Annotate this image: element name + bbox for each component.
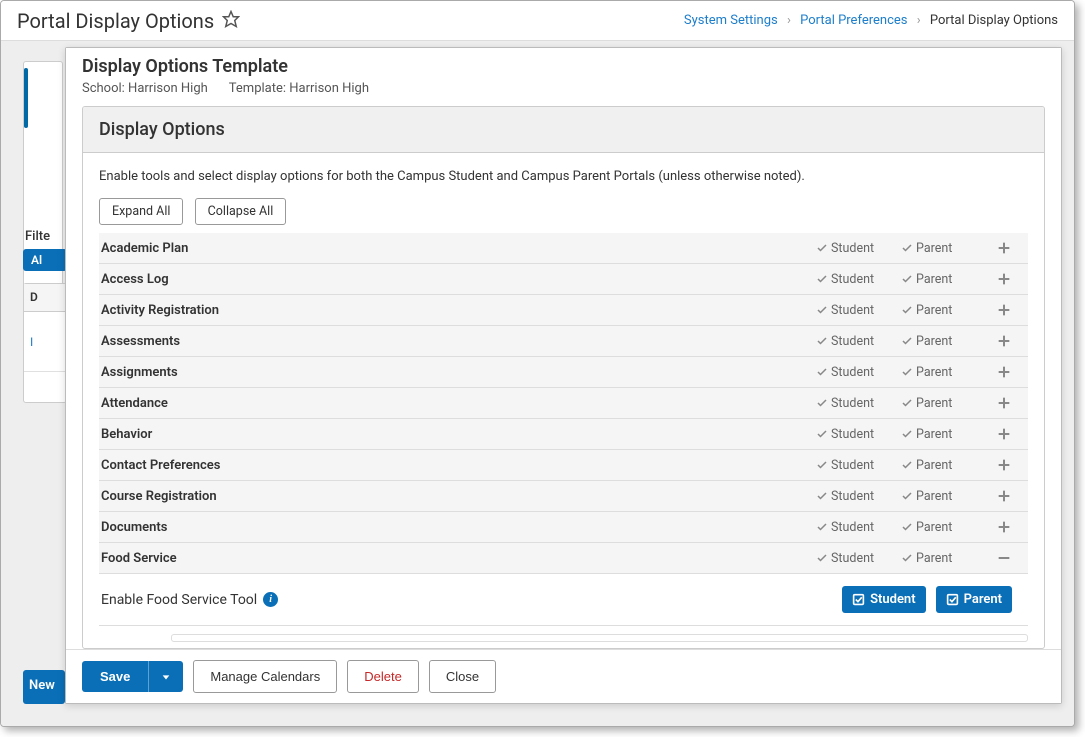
role-parent-indicator: Parent (901, 458, 986, 473)
template-modal: Display Options Template School: Harriso… (65, 47, 1062, 704)
option-row: Academic Plan Student Parent (99, 233, 1028, 264)
role-parent-indicator: Parent (901, 427, 986, 442)
option-row: Course Registration Student Parent (99, 481, 1028, 512)
page-title: Portal Display Options (17, 9, 214, 33)
filter-label-fragment: Filte (25, 229, 50, 244)
role-student-indicator: Student (816, 458, 901, 473)
modal-title: Display Options Template (82, 56, 1045, 77)
save-button[interactable]: Save (82, 661, 148, 692)
card-header: Display Options (83, 107, 1044, 153)
collapse-all-button[interactable]: Collapse All (195, 198, 287, 225)
modal-header: Display Options Template School: Harriso… (66, 48, 1061, 106)
role-student-indicator: Student (816, 520, 901, 535)
expand-toggle[interactable] (986, 457, 1022, 473)
option-label: Assessments (99, 334, 816, 349)
manage-calendars-button[interactable]: Manage Calendars (193, 660, 337, 693)
role-parent-indicator: Parent (901, 303, 986, 318)
delete-button[interactable]: Delete (347, 660, 419, 693)
expand-toggle[interactable] (986, 488, 1022, 504)
student-toggle-button[interactable]: Student (842, 586, 926, 613)
option-label: Course Registration (99, 489, 816, 504)
option-row: Contact Preferences Student Parent (99, 450, 1028, 481)
card-intro-text: Enable tools and select display options … (99, 169, 1028, 184)
food-service-sub-option: Enable Food Service Tool i Student Paren… (99, 574, 1028, 626)
expand-all-button[interactable]: Expand All (99, 198, 183, 225)
modal-school-label: School: Harrison High (82, 81, 208, 96)
option-row: Assessments Student Parent (99, 326, 1028, 357)
role-student-indicator: Student (816, 241, 901, 256)
favorite-star-icon[interactable] (214, 10, 240, 32)
chevron-right-icon: › (917, 13, 921, 28)
option-row: Activity Registration Student Parent (99, 295, 1028, 326)
role-student-indicator: Student (816, 334, 901, 349)
option-label: Behavior (99, 427, 816, 442)
info-icon[interactable]: i (263, 592, 278, 607)
role-student-indicator: Student (816, 551, 901, 566)
breadcrumb-link-portal-preferences[interactable]: Portal Preferences (800, 13, 907, 28)
option-label: Documents (99, 520, 816, 535)
collapse-toggle[interactable] (986, 550, 1022, 566)
role-student-indicator: Student (816, 272, 901, 287)
display-options-card: Display Options Enable tools and select … (82, 106, 1045, 649)
breadcrumb-link-system-settings[interactable]: System Settings (684, 13, 778, 28)
breadcrumb-current: Portal Display Options (930, 13, 1058, 28)
chevron-right-icon: › (787, 13, 791, 28)
save-dropdown-caret[interactable] (148, 661, 183, 692)
role-student-indicator: Student (816, 396, 901, 411)
role-parent-indicator: Parent (901, 334, 986, 349)
bg-table-header-fragment: D (24, 284, 66, 312)
expand-toggle[interactable] (986, 302, 1022, 318)
option-label: Food Service (99, 551, 816, 566)
option-label: Activity Registration (99, 303, 816, 318)
option-row-food-service: Food Service Student Parent (99, 543, 1028, 574)
option-label: Attendance (99, 396, 816, 411)
option-label: Access Log (99, 272, 816, 287)
close-button[interactable]: Close (429, 660, 496, 693)
option-row: Documents Student Parent (99, 512, 1028, 543)
role-parent-indicator: Parent (901, 489, 986, 504)
role-parent-indicator: Parent (901, 396, 986, 411)
modal-template-label: Template: Harrison High (229, 81, 369, 96)
sidebar-accent-bar (24, 68, 28, 128)
sub-option-label: Enable Food Service Tool (101, 592, 257, 608)
role-student-indicator: Student (816, 303, 901, 318)
card-title: Display Options (99, 119, 1028, 140)
breadcrumb: System Settings › Portal Preferences › P… (684, 13, 1058, 28)
role-parent-indicator: Parent (901, 551, 986, 566)
role-parent-indicator: Parent (901, 365, 986, 380)
role-student-indicator: Student (816, 427, 901, 442)
expand-toggle[interactable] (986, 395, 1022, 411)
expand-toggle[interactable] (986, 240, 1022, 256)
role-student-indicator: Student (816, 365, 901, 380)
expand-toggle[interactable] (986, 333, 1022, 349)
expand-toggle[interactable] (986, 426, 1022, 442)
option-row: Behavior Student Parent (99, 419, 1028, 450)
role-parent-indicator: Parent (901, 520, 986, 535)
option-label: Assignments (99, 365, 816, 380)
role-parent-indicator: Parent (901, 241, 986, 256)
option-row: Access Log Student Parent (99, 264, 1028, 295)
page-header: Portal Display Options System Settings ›… (1, 1, 1074, 41)
option-row: Attendance Student Parent (99, 388, 1028, 419)
expand-toggle[interactable] (986, 519, 1022, 535)
option-label: Academic Plan (99, 241, 816, 256)
expand-toggle[interactable] (986, 271, 1022, 287)
bg-table: D I (23, 283, 67, 403)
bg-table-cell-fragment[interactable]: I (24, 312, 66, 372)
save-split-button: Save (82, 661, 183, 692)
role-parent-indicator: Parent (901, 272, 986, 287)
options-list: Academic Plan Student Parent Access Log … (99, 233, 1028, 648)
role-student-indicator: Student (816, 489, 901, 504)
filter-pill-fragment[interactable]: Al (23, 249, 67, 271)
expand-toggle[interactable] (986, 364, 1022, 380)
parent-toggle-button[interactable]: Parent (936, 586, 1012, 613)
option-label: Contact Preferences (99, 458, 816, 473)
modal-footer: Save Manage Calendars Delete Close (66, 649, 1061, 703)
new-button-fragment[interactable]: New (23, 670, 65, 704)
option-row: Assignments Student Parent (99, 357, 1028, 388)
nested-table-fragment (171, 634, 1028, 642)
